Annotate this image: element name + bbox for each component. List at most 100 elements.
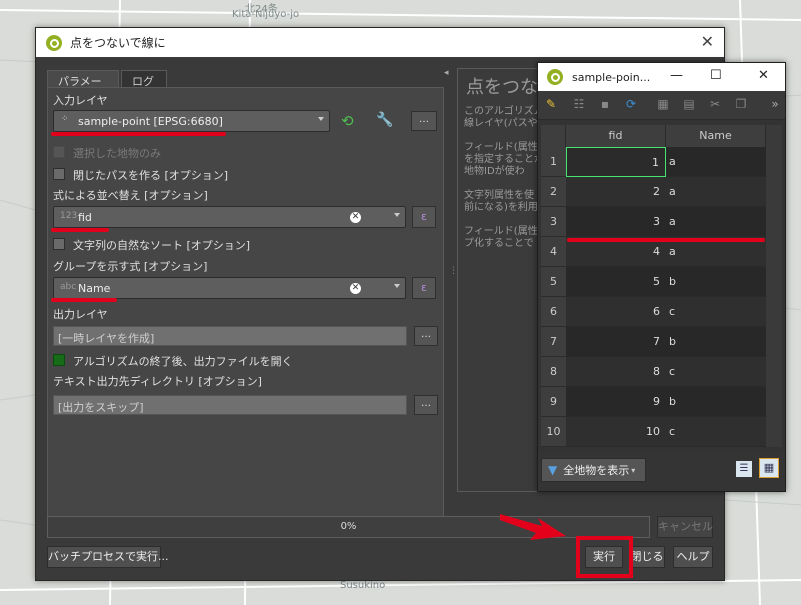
help-text-line: 線レイヤ(パスや [464, 118, 538, 129]
annotation-underline [51, 228, 109, 232]
collapse-arrow-icon[interactable]: ◂ [444, 68, 449, 78]
output-layer-browse-button[interactable]: … [414, 326, 438, 346]
text-output-browse-button[interactable]: … [414, 395, 438, 415]
cut-icon[interactable]: ✂ [708, 97, 722, 111]
column-header-name[interactable]: Name [666, 125, 766, 147]
text-output-field[interactable]: [出力をスキップ] [53, 395, 407, 415]
row-number[interactable]: 9 [541, 387, 566, 417]
table-cell-fid[interactable]: 2 [566, 177, 666, 207]
more-label: … [419, 114, 429, 125]
annotation-underline [567, 238, 765, 242]
table-cell-name[interactable]: c [666, 357, 766, 387]
iterate-icon[interactable]: ⟲ [341, 112, 354, 130]
table-view-icon[interactable]: ▦ [759, 458, 779, 478]
row-number[interactable]: 7 [541, 327, 566, 357]
close-button[interactable]: 閉じる [629, 546, 665, 568]
table-corner[interactable] [541, 125, 566, 147]
dialog-titlebar[interactable]: 点をつないで線に ✕ [36, 28, 724, 57]
delete-feature-icon[interactable]: ▤ [682, 97, 696, 111]
toolbar-overflow-icon[interactable]: » [768, 97, 782, 111]
chevron-down-icon [394, 213, 400, 217]
output-layer-field[interactable]: [一時レイヤを作成] [53, 326, 407, 346]
maximize-icon[interactable]: ☐ [710, 68, 722, 83]
help-text-line: 文字列属性を使 [464, 190, 534, 201]
row-number[interactable]: 6 [541, 297, 566, 327]
row-number[interactable]: 3 [541, 207, 566, 237]
batch-process-button[interactable]: バッチプロセスで実行... [47, 546, 169, 568]
pencil-icon[interactable]: ✎ [544, 97, 558, 111]
open-output-checkbox[interactable] [53, 354, 65, 366]
row-number[interactable]: 4 [541, 237, 566, 267]
table-cell-name[interactable]: c [666, 417, 766, 447]
table-cell-fid[interactable]: 7 [566, 327, 666, 357]
progress-text: 0% [340, 521, 357, 532]
map-label: Kita-Nijuyo-jo [232, 9, 300, 20]
row-number[interactable]: 10 [541, 417, 566, 447]
table-cell-name[interactable]: b [666, 327, 766, 357]
close-icon[interactable]: ✕ [701, 32, 714, 51]
table-cell-fid[interactable]: 10 [566, 417, 666, 447]
minimize-icon[interactable]: — [670, 68, 683, 83]
input-layer-options-button[interactable]: … [411, 111, 437, 131]
group-expression-builder-button[interactable]: ε [412, 277, 436, 299]
order-expression-builder-button[interactable]: ε [412, 206, 436, 228]
row-number[interactable]: 2 [541, 177, 566, 207]
table-cell-fid[interactable]: 6 [566, 297, 666, 327]
tab-parameters[interactable]: パラメータ [47, 70, 119, 104]
natural-sort-checkbox[interactable] [53, 238, 65, 250]
copy-icon[interactable]: ❐ [734, 97, 748, 111]
browse-label: … [421, 329, 431, 340]
clear-icon[interactable]: ✕ [350, 283, 361, 294]
save-edits-icon[interactable]: ▪ [598, 97, 612, 111]
selected-only-checkbox[interactable] [53, 146, 65, 158]
help-text-line: 地物IDが使わ [464, 166, 525, 177]
close-icon[interactable]: ✕ [758, 68, 769, 83]
table-cell-fid[interactable]: 3 [566, 207, 666, 237]
attribute-table-titlebar[interactable]: sample-poin... — ☐ ✕ [538, 63, 785, 91]
row-number[interactable]: 8 [541, 357, 566, 387]
group-expression-select[interactable]: abc Name ✕ [53, 277, 406, 299]
clear-icon[interactable]: ✕ [350, 212, 361, 223]
add-feature-icon[interactable]: ▦ [656, 97, 670, 111]
cancel-button[interactable]: キャンセル [657, 516, 713, 538]
annotation-highlight-box [576, 536, 633, 578]
table-cell-fid[interactable]: 1 [566, 147, 666, 177]
table-cell-fid[interactable]: 8 [566, 357, 666, 387]
order-expression-select[interactable]: 123 fid ✕ [53, 206, 406, 228]
help-text-line: このアルゴリズム [464, 106, 544, 117]
selected-only-label: 選択した地物のみ [73, 147, 161, 160]
attribute-table-toolbar: ✎ ☷ ▪ ⟳ ▦ ▤ ✂ ❐ » [538, 91, 785, 120]
form-view-icon[interactable]: ☰ [736, 461, 752, 477]
closed-path-checkbox[interactable] [53, 168, 65, 180]
multi-edit-icon[interactable]: ☷ [572, 97, 586, 111]
row-number[interactable]: 5 [541, 267, 566, 297]
text-output-label: テキスト出力先ディレクトリ [オプション] [53, 375, 262, 388]
table-cell-name[interactable]: a [666, 147, 766, 177]
chevron-down-icon: ▾ [631, 465, 636, 475]
input-layer-label: 入力レイヤ [53, 94, 108, 107]
column-header-fid[interactable]: fid [566, 125, 666, 147]
reload-icon[interactable]: ⟳ [624, 97, 638, 111]
output-layer-label: 出力レイヤ [53, 308, 108, 321]
row-number[interactable]: 1 [541, 147, 566, 177]
table-cell-fid[interactable]: 9 [566, 387, 666, 417]
table-cell-fid[interactable]: 5 [566, 267, 666, 297]
expression-icon: 123 [60, 211, 78, 221]
input-layer-select[interactable]: ⁘ sample-point [EPSG:6680] [53, 110, 330, 132]
table-cell-name[interactable]: c [666, 297, 766, 327]
show-all-features-button[interactable]: ▼ 全地物を表示 ▾ [541, 458, 646, 482]
tab-log[interactable]: ログ [121, 70, 167, 88]
table-cell-name[interactable]: b [666, 387, 766, 417]
table-cell-name[interactable]: a [666, 177, 766, 207]
attribute-table-statusbar: ▼ 全地物を表示 ▾ ☰ ▦ [538, 453, 785, 491]
qgis-logo-icon [547, 69, 563, 85]
closed-path-label: 閉じたパスを作る [オプション] [73, 169, 229, 182]
table-cell-name[interactable]: a [666, 207, 766, 237]
annotation-underline [51, 298, 117, 302]
table-cell-name[interactable]: b [666, 267, 766, 297]
table-scrollbar[interactable] [766, 125, 782, 447]
help-button[interactable]: ヘルプ [673, 546, 713, 568]
filter-icon: ▼ [548, 463, 558, 477]
expression-icon: abc [60, 282, 77, 292]
wrench-icon[interactable]: 🔧 [376, 112, 393, 128]
